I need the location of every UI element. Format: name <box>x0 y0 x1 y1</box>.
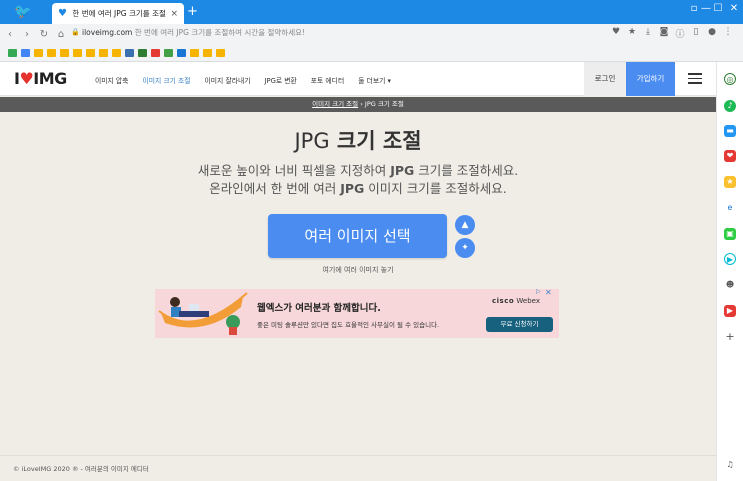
ad-title: 웹엑스가 여러분과 함께합니다. <box>257 303 381 314</box>
menu-item-compress[interactable]: 이미지 압축 <box>95 75 128 85</box>
back-icon[interactable]: ‹ <box>3 29 17 40</box>
sidebar-app-icon[interactable]: ☻ <box>724 279 736 291</box>
lock-icon[interactable]: 🔒 <box>71 28 80 36</box>
site-bookmark-icon[interactable] <box>138 48 147 57</box>
tab-close-icon[interactable]: × <box>170 9 178 19</box>
menu-item-more[interactable]: 둘 더보기 ▾ <box>358 75 391 85</box>
bookmarks-bar <box>0 44 743 62</box>
folder-icon[interactable] <box>190 48 199 57</box>
heart-icon: ♥ <box>19 69 34 88</box>
menu-item-convert-jpg[interactable]: JPG로 변환 <box>264 75 296 85</box>
breadcrumb-separator: › <box>360 100 363 108</box>
title-bar: 🐦 ♥ 한 번에 여러 JPG 크기를 조절하 × + ▫ — ☐ ✕ <box>0 0 743 24</box>
reload-icon[interactable]: ↻ <box>37 29 51 40</box>
main-menu: 이미지 압축 이미지 크기 조절 이미지 잘라내기 JPG로 변환 포토 에디터… <box>95 75 405 85</box>
tab-favicon-icon: ♥ <box>58 7 67 19</box>
sidebar-app-icon[interactable]: ▬ <box>724 125 736 137</box>
browser-sidebar: ◎ ♪ ▬ ❤ ★ e ▣ ▶ ☻ ▶ + ♫ <box>716 62 743 481</box>
sidebar-app-icon[interactable]: ❤ <box>724 150 736 162</box>
youtube-icon[interactable]: ▶ <box>724 305 736 317</box>
web-page: I♥IMG 이미지 압축 이미지 크기 조절 이미지 잘라내기 JPG로 변환 … <box>0 62 716 481</box>
select-images-button[interactable]: 여러 이미지 선택 <box>268 214 447 258</box>
camera-icon[interactable]: ◙ <box>659 27 669 40</box>
profile-icon[interactable]: ● <box>707 27 717 40</box>
folder-icon[interactable] <box>203 48 212 57</box>
download-icon[interactable]: ⤓ <box>643 27 653 40</box>
folder-icon[interactable] <box>216 48 225 57</box>
folder-icon[interactable] <box>73 48 82 57</box>
sidebar-app-icon[interactable]: ▣ <box>724 228 736 240</box>
folder-icon[interactable] <box>60 48 69 57</box>
advertisement[interactable]: 웹엑스가 여러분과 함께합니다. 좋은 미팅 솔루션만 있다면 집도 효율적인 … <box>155 289 559 338</box>
folder-icon[interactable] <box>47 48 56 57</box>
site-bookmark-icon[interactable] <box>151 48 160 57</box>
sidebar-app-icon[interactable]: ♪ <box>724 100 736 112</box>
menu-item-crop[interactable]: 이미지 잘라내기 <box>205 75 251 85</box>
forward-icon[interactable]: › <box>20 29 34 40</box>
drop-hint: 여기에 여러 이미지 놓기 <box>322 266 394 274</box>
folder-icon[interactable] <box>86 48 95 57</box>
google-drive-icon[interactable]: ▲ <box>455 215 475 235</box>
ad-cta-button[interactable]: 무료 신청하기 <box>486 317 553 332</box>
breadcrumb: 이미지 크기 조절 › JPG 크기 조절 <box>0 97 716 112</box>
home-icon[interactable]: ⌂ <box>54 29 68 40</box>
page-subtitle-2: 온라인에서 한 번에 여러 JPG 이미지 크기를 조절하세요. <box>209 181 507 196</box>
ad-choices-icon[interactable]: ▷ <box>536 288 541 295</box>
sidebar-add-icon[interactable]: + <box>724 331 736 343</box>
footer: © iLoveIMG 2020 ® - 여러분의 이미지 에디터 <box>0 455 716 481</box>
new-tab-button[interactable]: + <box>187 5 198 19</box>
tab-title: 한 번에 여러 JPG 크기를 조절하 <box>72 9 167 18</box>
notification-bell-icon[interactable]: ♫ <box>724 459 736 471</box>
site-bookmark-icon[interactable] <box>125 48 134 57</box>
sidebar-app-icon[interactable]: ◎ <box>724 73 736 85</box>
folder-icon[interactable] <box>99 48 108 57</box>
signup-button[interactable]: 가입하기 <box>626 62 675 96</box>
shield-icon[interactable]: ♥ <box>611 27 621 40</box>
site-bookmark-icon[interactable] <box>164 48 173 57</box>
ad-close-icon[interactable]: ✕ <box>545 288 552 297</box>
window-close-button[interactable]: ✕ <box>726 3 742 14</box>
more-menu-icon[interactable]: ⋮ <box>723 27 733 40</box>
address-bar: ‹ › ↻ ⌂ 🔒 iloveimg.com 한 번에 여러 JPG 크기를 조… <box>0 24 743 44</box>
ad-illustration <box>158 292 248 335</box>
page-subtitle-1: 새로운 높이와 너비 픽셀을 지정하여 JPG 크기를 조절하세요. <box>197 163 519 178</box>
sidebar-app-icon[interactable]: ▶ <box>724 253 736 265</box>
breadcrumb-link[interactable]: 이미지 크기 조절 <box>312 100 358 108</box>
dropbox-icon[interactable]: ✦ <box>455 238 475 258</box>
browser-logo-icon: 🐦 <box>14 4 32 20</box>
breadcrumb-current: JPG 크기 조절 <box>364 100 404 108</box>
menu-item-photo-editor[interactable]: 포토 에디터 <box>311 75 344 85</box>
page-title: JPG 크기 조절 <box>294 129 422 153</box>
sidebar-app-icon[interactable]: e <box>724 202 736 214</box>
hamburger-menu-icon[interactable] <box>688 73 702 84</box>
ad-body: 좋은 미팅 솔루션만 있다면 집도 효율적인 사무실이 될 수 있습니다. <box>257 321 440 329</box>
menu-item-resize[interactable]: 이미지 크기 조절 <box>142 75 190 85</box>
drive-bookmark-icon[interactable] <box>8 48 17 57</box>
site-logo[interactable]: I♥IMG <box>14 69 67 88</box>
site-header: I♥IMG 이미지 압축 이미지 크기 조절 이미지 잘라내기 JPG로 변환 … <box>0 62 716 96</box>
star-icon[interactable]: ★ <box>627 27 637 40</box>
folder-icon[interactable] <box>112 48 121 57</box>
info-icon[interactable]: ⓘ <box>675 27 685 40</box>
docs-bookmark-icon[interactable] <box>21 48 30 57</box>
window-maximize-button[interactable]: ☐ <box>710 3 726 14</box>
browser-tab[interactable]: ♥ 한 번에 여러 JPG 크기를 조절하 × <box>52 3 184 24</box>
split-view-icon[interactable]: ▯ <box>691 27 701 40</box>
address-bar-actions: ♥ ★ ⤓ ◙ ⓘ ▯ ● ⋮ <box>611 27 733 40</box>
sidebar-app-icon[interactable]: ★ <box>724 176 736 188</box>
folder-icon[interactable] <box>34 48 43 57</box>
webex-logo: cisco Webex <box>492 297 541 305</box>
url-field[interactable]: iloveimg.com 한 번에 여러 JPG 크기를 조절하여 시간을 절약… <box>82 27 305 38</box>
site-bookmark-icon[interactable] <box>177 48 186 57</box>
login-button[interactable]: 로그인 <box>584 62 626 96</box>
